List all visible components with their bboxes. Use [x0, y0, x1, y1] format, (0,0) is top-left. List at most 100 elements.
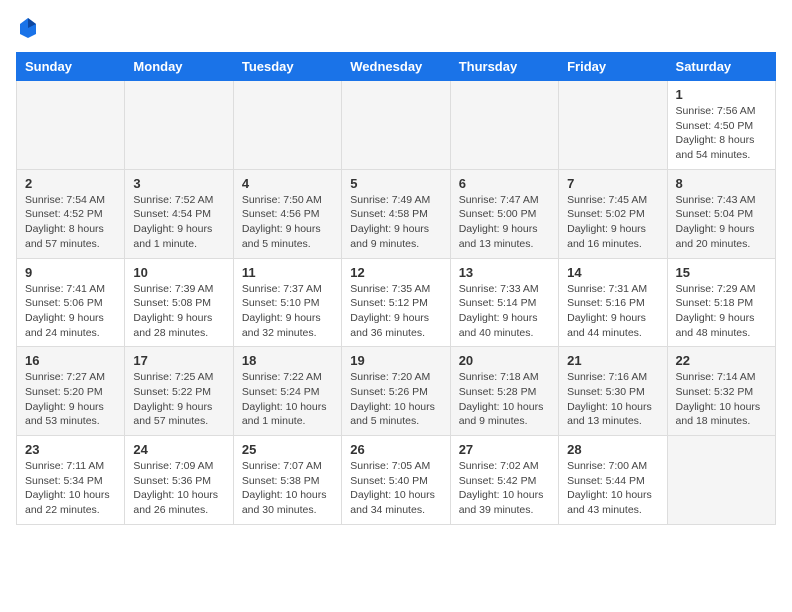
day-info: Sunrise: 7:35 AM Sunset: 5:12 PM Dayligh…	[350, 282, 441, 341]
day-number: 25	[242, 442, 333, 457]
calendar-cell	[233, 81, 341, 170]
day-info: Sunrise: 7:00 AM Sunset: 5:44 PM Dayligh…	[567, 459, 658, 518]
calendar-cell: 4Sunrise: 7:50 AM Sunset: 4:56 PM Daylig…	[233, 169, 341, 258]
calendar-cell	[125, 81, 233, 170]
day-info: Sunrise: 7:09 AM Sunset: 5:36 PM Dayligh…	[133, 459, 224, 518]
day-info: Sunrise: 7:50 AM Sunset: 4:56 PM Dayligh…	[242, 193, 333, 252]
calendar-cell: 9 Sunrise: 7:41 AM Sunset: 5:06 PM Daylig…	[17, 258, 125, 347]
calendar: SundayMondayTuesdayWednesdayThursdayFrid…	[16, 52, 776, 525]
calendar-week-row: 16 Sunrise: 7:27 AM Sunset: 5:20 PM Dayli…	[17, 347, 776, 436]
calendar-cell: 17Sunrise: 7:25 AM Sunset: 5:22 PM Dayli…	[125, 347, 233, 436]
day-info: Sunrise: 7:11 AM Sunset: 5:34 PM Dayligh…	[25, 459, 116, 518]
calendar-cell: 27 Sunrise: 7:02 AM Sunset: 5:42 PM Dayli…	[450, 436, 558, 525]
column-header-thursday: Thursday	[450, 53, 558, 81]
day-info: Sunrise: 7:33 AM Sunset: 5:14 PM Dayligh…	[459, 282, 550, 341]
calendar-cell	[559, 81, 667, 170]
day-number: 3	[133, 176, 224, 191]
calendar-cell: 19 Sunrise: 7:20 AM Sunset: 5:26 PM Dayli…	[342, 347, 450, 436]
calendar-week-row: 1 Sunrise: 7:56 AM Sunset: 4:50 PM Daylig…	[17, 81, 776, 170]
calendar-cell	[342, 81, 450, 170]
day-number: 9	[25, 265, 116, 280]
logo	[16, 16, 44, 40]
column-header-monday: Monday	[125, 53, 233, 81]
calendar-cell: 6 Sunrise: 7:47 AM Sunset: 5:00 PM Daylig…	[450, 169, 558, 258]
day-info: Sunrise: 7:31 AM Sunset: 5:16 PM Dayligh…	[567, 282, 658, 341]
calendar-cell	[667, 436, 775, 525]
calendar-cell: 22 Sunrise: 7:14 AM Sunset: 5:32 PM Dayli…	[667, 347, 775, 436]
calendar-week-row: 23 Sunrise: 7:11 AM Sunset: 5:34 PM Dayli…	[17, 436, 776, 525]
day-info: Sunrise: 7:18 AM Sunset: 5:28 PM Dayligh…	[459, 370, 550, 429]
day-number: 27	[459, 442, 550, 457]
day-number: 11	[242, 265, 333, 280]
day-number: 10	[133, 265, 224, 280]
day-number: 22	[676, 353, 767, 368]
day-info: Sunrise: 7:22 AM Sunset: 5:24 PM Dayligh…	[242, 370, 333, 429]
day-info: Sunrise: 7:47 AM Sunset: 5:00 PM Dayligh…	[459, 193, 550, 252]
logo-icon	[16, 16, 40, 40]
day-number: 8	[676, 176, 767, 191]
day-number: 5	[350, 176, 441, 191]
column-header-tuesday: Tuesday	[233, 53, 341, 81]
day-info: Sunrise: 7:14 AM Sunset: 5:32 PM Dayligh…	[676, 370, 767, 429]
day-number: 1	[676, 87, 767, 102]
calendar-cell: 12 Sunrise: 7:35 AM Sunset: 5:12 PM Dayli…	[342, 258, 450, 347]
day-info: Sunrise: 7:43 AM Sunset: 5:04 PM Dayligh…	[676, 193, 767, 252]
calendar-cell: 14 Sunrise: 7:31 AM Sunset: 5:16 PM Dayli…	[559, 258, 667, 347]
day-number: 2	[25, 176, 116, 191]
calendar-cell: 25 Sunrise: 7:07 AM Sunset: 5:38 PM Dayli…	[233, 436, 341, 525]
calendar-cell: 21Sunrise: 7:16 AM Sunset: 5:30 PM Dayli…	[559, 347, 667, 436]
day-number: 17	[133, 353, 224, 368]
day-info: Sunrise: 7:02 AM Sunset: 5:42 PM Dayligh…	[459, 459, 550, 518]
day-number: 24	[133, 442, 224, 457]
day-number: 6	[459, 176, 550, 191]
calendar-cell: 2 Sunrise: 7:54 AM Sunset: 4:52 PM Daylig…	[17, 169, 125, 258]
day-info: Sunrise: 7:29 AM Sunset: 5:18 PM Dayligh…	[676, 282, 767, 341]
day-number: 12	[350, 265, 441, 280]
calendar-cell: 23 Sunrise: 7:11 AM Sunset: 5:34 PM Dayli…	[17, 436, 125, 525]
day-info: Sunrise: 7:41 AM Sunset: 5:06 PM Dayligh…	[25, 282, 116, 341]
calendar-week-row: 9 Sunrise: 7:41 AM Sunset: 5:06 PM Daylig…	[17, 258, 776, 347]
calendar-cell: 16 Sunrise: 7:27 AM Sunset: 5:20 PM Dayli…	[17, 347, 125, 436]
calendar-cell: 10 Sunrise: 7:39 AM Sunset: 5:08 PM Dayli…	[125, 258, 233, 347]
day-number: 13	[459, 265, 550, 280]
day-info: Sunrise: 7:54 AM Sunset: 4:52 PM Dayligh…	[25, 193, 116, 252]
calendar-cell: 1 Sunrise: 7:56 AM Sunset: 4:50 PM Daylig…	[667, 81, 775, 170]
calendar-week-row: 2 Sunrise: 7:54 AM Sunset: 4:52 PM Daylig…	[17, 169, 776, 258]
calendar-cell: 13 Sunrise: 7:33 AM Sunset: 5:14 PM Dayli…	[450, 258, 558, 347]
calendar-cell: 8 Sunrise: 7:43 AM Sunset: 5:04 PM Daylig…	[667, 169, 775, 258]
day-info: Sunrise: 7:49 AM Sunset: 4:58 PM Dayligh…	[350, 193, 441, 252]
day-number: 19	[350, 353, 441, 368]
day-number: 16	[25, 353, 116, 368]
day-info: Sunrise: 7:52 AM Sunset: 4:54 PM Dayligh…	[133, 193, 224, 252]
day-info: Sunrise: 7:27 AM Sunset: 5:20 PM Dayligh…	[25, 370, 116, 429]
calendar-cell	[17, 81, 125, 170]
day-info: Sunrise: 7:37 AM Sunset: 5:10 PM Dayligh…	[242, 282, 333, 341]
calendar-cell: 5 Sunrise: 7:49 AM Sunset: 4:58 PM Daylig…	[342, 169, 450, 258]
day-number: 23	[25, 442, 116, 457]
column-header-sunday: Sunday	[17, 53, 125, 81]
day-number: 15	[676, 265, 767, 280]
page-header	[16, 16, 776, 40]
calendar-cell: 7 Sunrise: 7:45 AM Sunset: 5:02 PM Daylig…	[559, 169, 667, 258]
day-number: 20	[459, 353, 550, 368]
day-info: Sunrise: 7:39 AM Sunset: 5:08 PM Dayligh…	[133, 282, 224, 341]
day-number: 21	[567, 353, 658, 368]
day-info: Sunrise: 7:07 AM Sunset: 5:38 PM Dayligh…	[242, 459, 333, 518]
calendar-cell: 24 Sunrise: 7:09 AM Sunset: 5:36 PM Dayli…	[125, 436, 233, 525]
column-header-friday: Friday	[559, 53, 667, 81]
column-header-saturday: Saturday	[667, 53, 775, 81]
calendar-cell: 18Sunrise: 7:22 AM Sunset: 5:24 PM Dayli…	[233, 347, 341, 436]
day-info: Sunrise: 7:45 AM Sunset: 5:02 PM Dayligh…	[567, 193, 658, 252]
day-info: Sunrise: 7:20 AM Sunset: 5:26 PM Dayligh…	[350, 370, 441, 429]
calendar-cell: 20 Sunrise: 7:18 AM Sunset: 5:28 PM Dayli…	[450, 347, 558, 436]
day-info: Sunrise: 7:56 AM Sunset: 4:50 PM Dayligh…	[676, 104, 767, 163]
calendar-cell: 11 Sunrise: 7:37 AM Sunset: 5:10 PM Dayli…	[233, 258, 341, 347]
day-number: 28	[567, 442, 658, 457]
calendar-cell: 3 Sunrise: 7:52 AM Sunset: 4:54 PM Daylig…	[125, 169, 233, 258]
calendar-cell: 26Sunrise: 7:05 AM Sunset: 5:40 PM Dayli…	[342, 436, 450, 525]
day-number: 26	[350, 442, 441, 457]
day-number: 7	[567, 176, 658, 191]
calendar-cell: 28 Sunrise: 7:00 AM Sunset: 5:44 PM Dayli…	[559, 436, 667, 525]
day-number: 14	[567, 265, 658, 280]
calendar-cell	[450, 81, 558, 170]
